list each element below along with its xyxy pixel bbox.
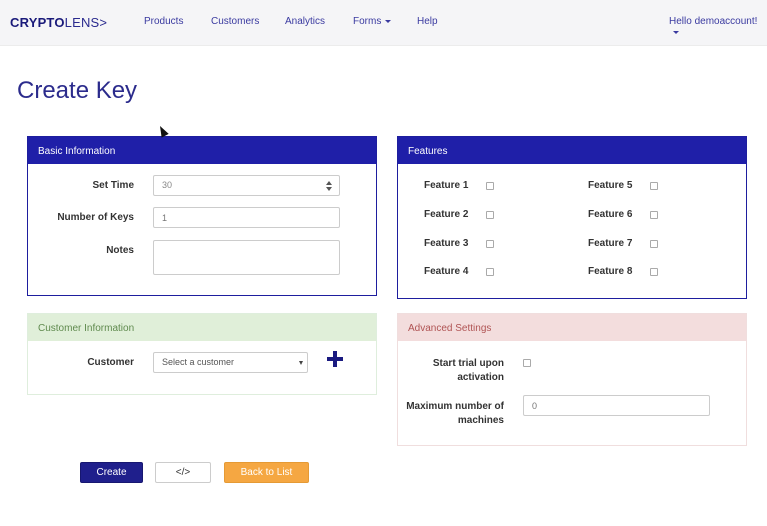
set-time-label: Set Time bbox=[92, 180, 135, 191]
navbar: CRYPTOLENS> Products Customers Analytics… bbox=[0, 0, 767, 46]
max-machines-label: Maximum number of machines bbox=[404, 400, 504, 428]
feature-2-label: Feature 2 bbox=[424, 209, 469, 220]
nav-help[interactable]: Help bbox=[417, 16, 438, 27]
advanced-settings-heading: Advanced Settings bbox=[398, 314, 746, 341]
add-customer-plus-icon[interactable] bbox=[327, 351, 343, 367]
max-machines-label-line1: Maximum number of bbox=[406, 401, 504, 412]
nav-forms[interactable]: Forms bbox=[353, 16, 392, 27]
nav-products[interactable]: Products bbox=[144, 16, 183, 27]
page-title: Create Key bbox=[17, 77, 138, 104]
brand-logo[interactable]: CRYPTOLENS> bbox=[10, 15, 107, 30]
chevron-down-icon bbox=[385, 19, 392, 23]
customer-select[interactable]: Select a customer bbox=[153, 352, 308, 373]
number-of-keys-label: Number of Keys bbox=[57, 212, 134, 223]
feature-4-checkbox[interactable] bbox=[486, 268, 494, 276]
set-time-input[interactable]: 30 bbox=[153, 175, 340, 196]
features-heading: Features bbox=[398, 137, 746, 164]
feature-3-checkbox[interactable] bbox=[486, 240, 494, 248]
feature-7-checkbox[interactable] bbox=[650, 240, 658, 248]
start-trial-label-line1: Start trial upon bbox=[432, 358, 504, 369]
back-to-list-button[interactable]: Back to List bbox=[224, 462, 309, 483]
basic-information-heading: Basic Information bbox=[28, 137, 376, 164]
create-button[interactable]: Create bbox=[80, 462, 143, 483]
max-machines-label-line2: machines bbox=[457, 415, 504, 426]
feature-2-checkbox[interactable] bbox=[486, 211, 494, 219]
notes-label: Notes bbox=[106, 245, 134, 256]
start-trial-label-line2: activation bbox=[457, 372, 504, 383]
feature-6-checkbox[interactable] bbox=[650, 211, 658, 219]
code-button[interactable]: </> bbox=[155, 462, 211, 483]
feature-5-checkbox[interactable] bbox=[650, 182, 658, 190]
chevron-down-icon bbox=[673, 30, 679, 34]
customer-label: Customer bbox=[87, 357, 134, 368]
feature-4-label: Feature 4 bbox=[424, 266, 469, 277]
customer-information-heading: Customer Information bbox=[28, 314, 376, 341]
max-machines-input[interactable] bbox=[523, 395, 710, 416]
user-menu-label: Hello demoaccount! bbox=[669, 16, 758, 27]
feature-5-label: Feature 5 bbox=[588, 180, 633, 191]
start-trial-checkbox[interactable] bbox=[523, 359, 531, 367]
feature-3-label: Feature 3 bbox=[424, 238, 469, 249]
start-trial-label: Start trial upon activation bbox=[410, 357, 504, 385]
nav-forms-label: Forms bbox=[353, 16, 382, 27]
customer-select-value: Select a customer bbox=[162, 357, 235, 367]
feature-1-checkbox[interactable] bbox=[486, 182, 494, 190]
spinner-arrows-icon[interactable] bbox=[326, 181, 333, 191]
feature-1-label: Feature 1 bbox=[424, 180, 469, 191]
nav-customers[interactable]: Customers bbox=[211, 16, 259, 27]
feature-6-label: Feature 6 bbox=[588, 209, 633, 220]
notes-textarea[interactable] bbox=[153, 240, 340, 275]
chevron-down-icon bbox=[299, 361, 303, 365]
number-of-keys-input[interactable] bbox=[153, 207, 340, 228]
feature-8-label: Feature 8 bbox=[588, 266, 633, 277]
feature-8-checkbox[interactable] bbox=[650, 268, 658, 276]
nav-analytics[interactable]: Analytics bbox=[285, 16, 325, 27]
set-time-value: 30 bbox=[162, 180, 173, 190]
user-menu[interactable]: Hello demoaccount! bbox=[669, 16, 767, 38]
feature-7-label: Feature 7 bbox=[588, 238, 633, 249]
